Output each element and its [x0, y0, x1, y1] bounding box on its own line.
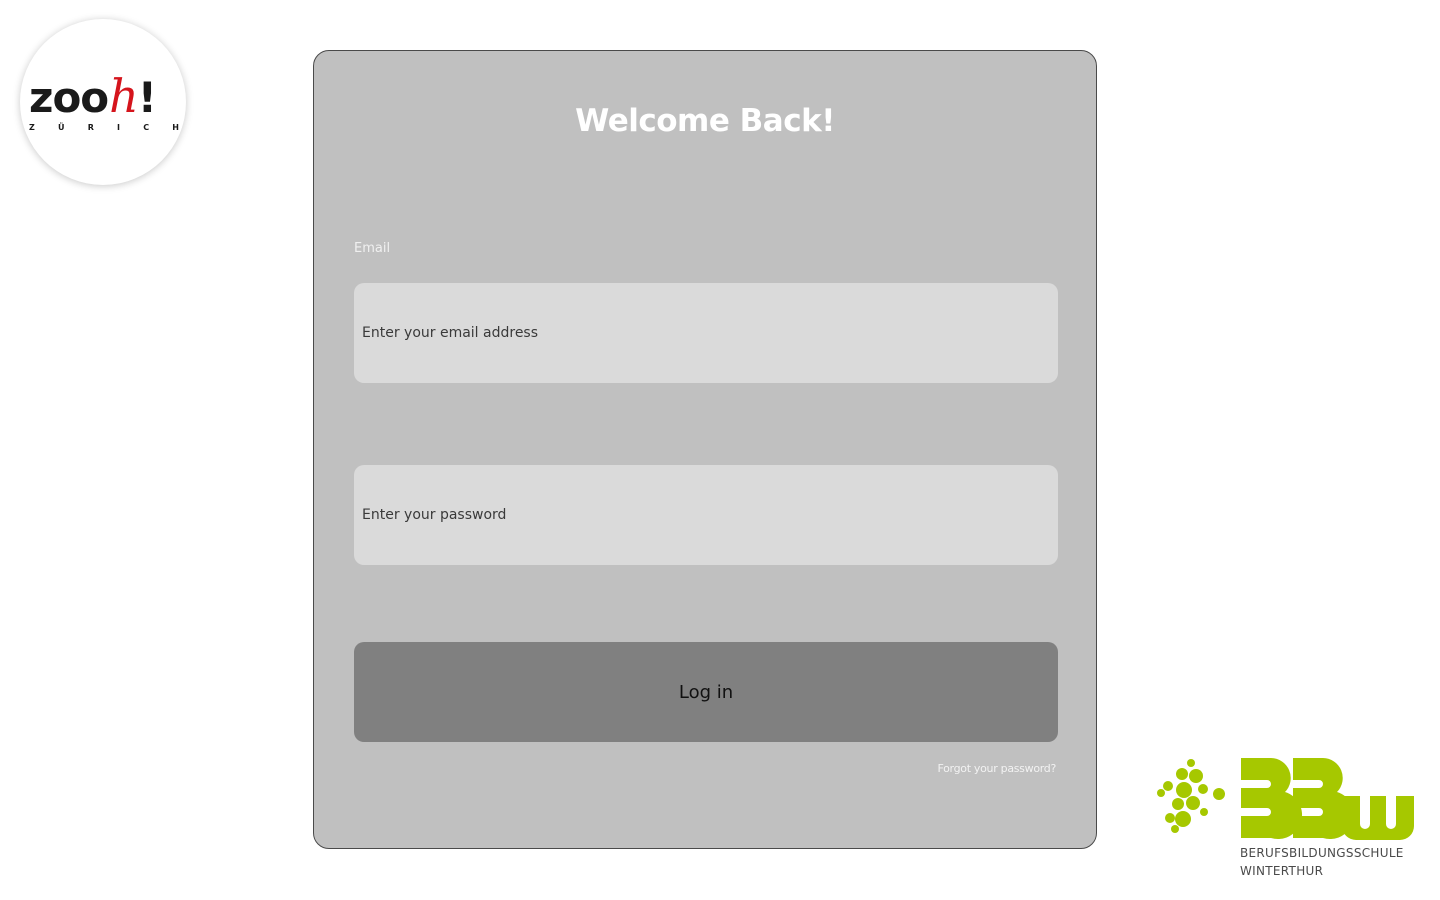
zoo-city-letter: Z	[29, 123, 35, 132]
zoo-wordmark-zoo: zoo	[29, 73, 109, 122]
zoo-city-letter: C	[143, 123, 150, 132]
login-card: Welcome Back! Email Log in Forgot your p…	[313, 50, 1097, 849]
zoo-zurich-logo: zooh! Z Ü R I C H	[20, 19, 186, 185]
bbw-school-name-line1: BERUFSBILDUNGSSCHULE	[1240, 846, 1404, 860]
login-button[interactable]: Log in	[354, 642, 1058, 742]
email-field[interactable]	[354, 283, 1058, 383]
zoo-wordmark: zooh!	[29, 73, 157, 122]
zoo-city-label: ZÜRICH	[29, 123, 179, 132]
zoo-city-letter: I	[117, 123, 121, 132]
bbw-logo-mark	[1157, 758, 1414, 840]
zoo-city-letter: R	[87, 123, 94, 132]
bbw-dots-icon	[1157, 759, 1225, 833]
bbw-logo: BERUFSBILDUNGSSCHULE WINTERTHUR	[1156, 756, 1420, 880]
zoo-wordmark-h: h	[109, 69, 139, 123]
zoo-city-letter: H	[172, 123, 179, 132]
email-label: Email	[354, 241, 391, 256]
bbw-letters	[1241, 758, 1414, 840]
forgot-password-link[interactable]: Forgot your password?	[937, 762, 1056, 775]
login-page: zooh! Z Ü R I C H Welcome Back! Email Log in …	[0, 0, 1440, 900]
zoo-city-letter: Ü	[58, 123, 65, 132]
zoo-wordmark-bang: !	[137, 73, 157, 122]
bbw-school-name-line2: WINTERTHUR	[1240, 864, 1324, 878]
password-field[interactable]	[354, 465, 1058, 565]
page-title: Welcome Back!	[575, 103, 835, 139]
